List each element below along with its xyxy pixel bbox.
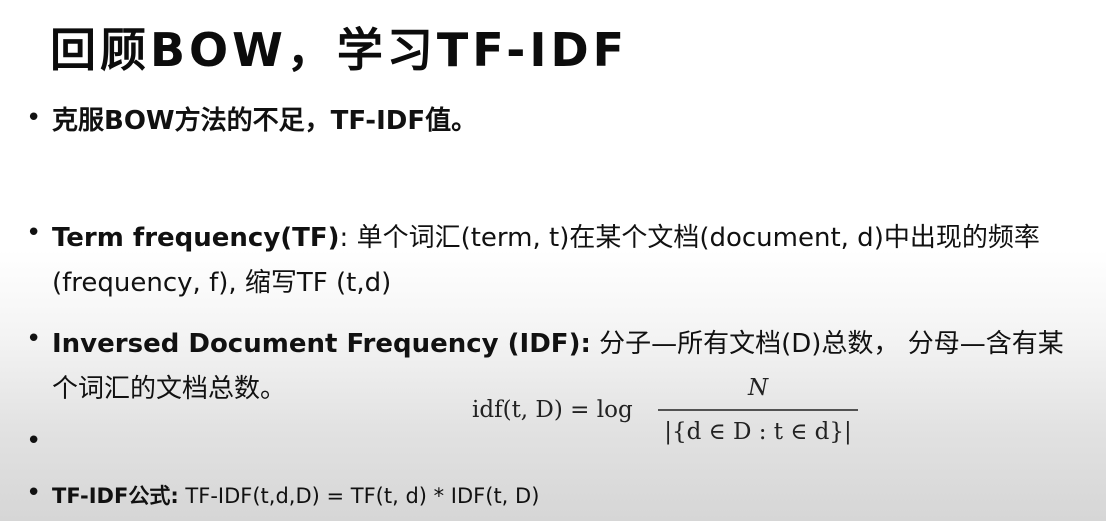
formula-term: TF-IDF公式: xyxy=(52,484,179,508)
slide-title: 回顾BOW，学习TF-IDF xyxy=(50,23,629,77)
bullet-bow-text: 克服BOW方法的不足，TF-IDF值。 xyxy=(52,106,478,136)
bullet-tf-content: Term frequency(TF): 单个词汇(term, t)在某个文档(d… xyxy=(52,216,1086,306)
bullet-dot: • xyxy=(26,478,42,508)
idf-term: Inversed Document Frequency (IDF): xyxy=(52,329,591,359)
idf-formula-lhs: idf(t, D) = log xyxy=(472,397,633,423)
bullet-term-frequency: • Term frequency(TF): 单个词汇(term, t)在某个文档… xyxy=(26,216,1086,306)
bullet-formula-content: TF-IDF公式: TF-IDF(t,d,D) = TF(t, d) * IDF… xyxy=(52,476,539,516)
idf-formula: idf(t, D) = log N |{d ∈ D : t ∈ d}| xyxy=(470,366,870,456)
bullet-dot: • xyxy=(26,426,42,456)
formula-text: TF-IDF(t,d,D) = TF(t, d) * IDF(t, D) xyxy=(178,484,540,508)
bullet-empty: • xyxy=(26,424,52,458)
tf-term: Term frequency(TF) xyxy=(52,223,340,253)
idf-formula-denominator: |{d ∈ D : t ∈ d}| xyxy=(664,419,852,445)
bullet-dot: • xyxy=(26,218,42,248)
bullet-bow: • 克服BOW方法的不足，TF-IDF值。 xyxy=(26,101,477,141)
bullet-tfidf-formula: • TF-IDF公式: TF-IDF(t,d,D) = TF(t, d) * I… xyxy=(26,476,539,516)
idf-formula-graphic: idf(t, D) = log N |{d ∈ D : t ∈ d}| xyxy=(472,375,858,445)
bullet-dot: • xyxy=(26,324,42,354)
bullet-dot: • xyxy=(26,103,42,133)
idf-formula-numerator: N xyxy=(747,375,769,401)
